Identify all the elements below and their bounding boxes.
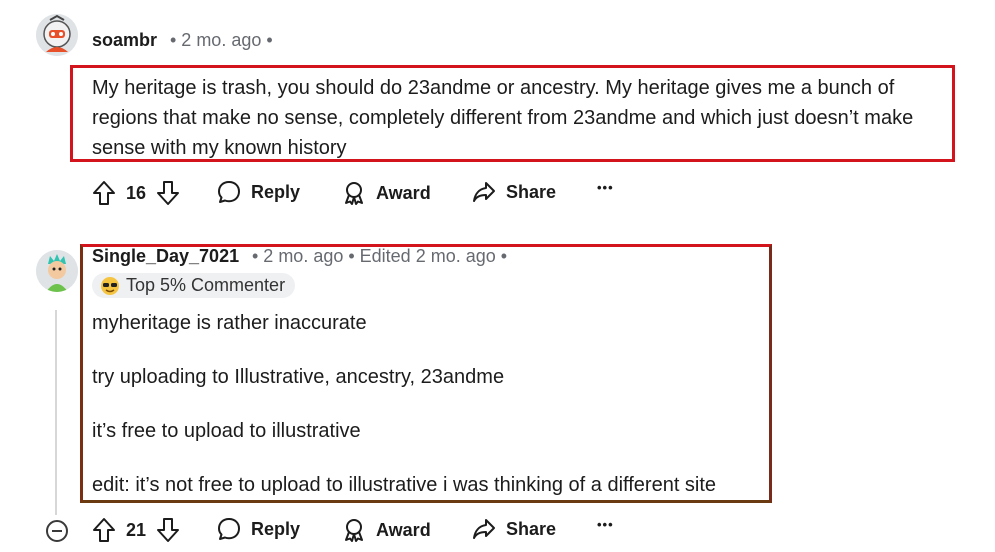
comment-bubble-icon — [218, 518, 240, 540]
vote-group: 16 — [92, 180, 180, 206]
upvote-icon[interactable] — [92, 180, 116, 206]
upvote-icon[interactable] — [92, 517, 116, 543]
sunglasses-emoji-icon — [101, 276, 119, 295]
comment-meta: • 2 mo. ago • — [170, 30, 273, 50]
comment-paragraph: it’s free to upload to illustrative — [92, 420, 361, 442]
avatar[interactable] — [36, 250, 78, 292]
award-button[interactable]: Award — [342, 180, 431, 206]
reply-label: Reply — [251, 181, 301, 202]
vote-group: 21 — [92, 517, 180, 543]
vote-count: 16 — [126, 182, 147, 203]
reply-button[interactable]: Reply — [217, 180, 300, 204]
comment-actions: 21 Reply Award Share ••• — [92, 517, 652, 545]
commenter-badge: Top 5% Commenter — [92, 273, 296, 298]
share-button[interactable]: Share — [472, 517, 556, 541]
minus-icon — [52, 530, 62, 532]
comment-username[interactable]: soambr — [92, 30, 157, 51]
award-icon — [345, 519, 363, 542]
comment-paragraph: try uploading to Illustrative, ancestry,… — [92, 366, 505, 388]
badge-label: Top 5% Commenter — [126, 275, 286, 295]
thread-line[interactable] — [55, 310, 57, 515]
reply-label: Reply — [251, 518, 301, 539]
more-options-button[interactable]: ••• — [597, 517, 614, 532]
collapse-thread-button[interactable] — [46, 520, 68, 542]
share-label: Share — [506, 181, 557, 202]
comment-paragraph: My heritage is trash, you should do 23an… — [92, 77, 914, 159]
share-label: Share — [506, 518, 557, 539]
comment-actions: 16 Reply Award Share ••• — [92, 180, 652, 208]
comment-bubble-icon — [218, 181, 240, 203]
share-button[interactable]: Share — [472, 180, 556, 204]
comment-paragraph: myheritage is rather inaccurate — [92, 312, 367, 334]
award-button[interactable]: Award — [342, 517, 431, 543]
award-icon — [345, 182, 363, 205]
reply-button[interactable]: Reply — [217, 517, 300, 541]
comment-paragraph: edit: it’s not free to upload to illustr… — [92, 474, 717, 496]
share-icon — [473, 182, 495, 202]
more-options-button[interactable]: ••• — [597, 180, 614, 195]
share-icon — [473, 519, 495, 539]
comment-body: My heritage is trash, you should do 23an… — [92, 73, 942, 163]
award-label: Award — [376, 519, 431, 540]
more-icon: ••• — [597, 180, 614, 195]
comment-username[interactable]: Single_Day_7021 — [92, 246, 239, 267]
downvote-icon[interactable] — [156, 517, 180, 543]
comment-meta: • 2 mo. ago • Edited 2 mo. ago • — [252, 246, 508, 266]
more-icon: ••• — [597, 517, 614, 532]
award-label: Award — [376, 182, 431, 203]
vote-count: 21 — [126, 519, 147, 540]
downvote-icon[interactable] — [156, 180, 180, 206]
avatar[interactable] — [36, 14, 78, 56]
